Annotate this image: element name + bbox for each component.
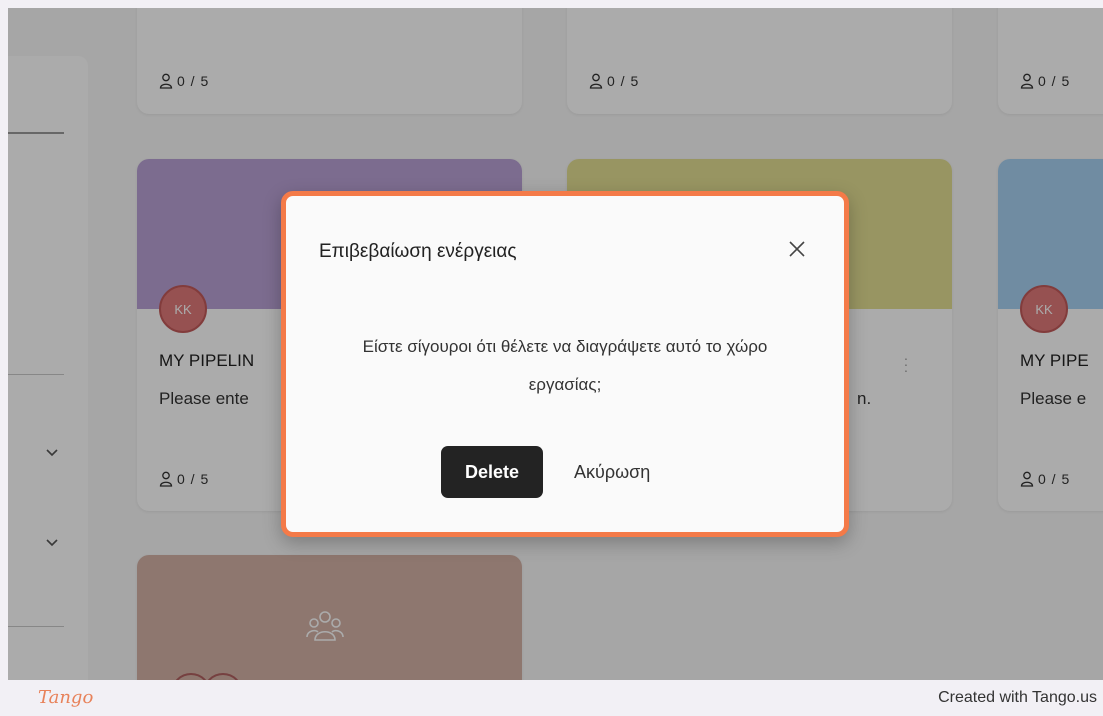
dialog-message: Είστε σίγουροι ότι θέλετε να διαγράψετε … [362, 337, 768, 394]
app-window: 0 / 5 0 / 5 0 / 5 KK MY PIPELIN Please e… [8, 8, 1103, 680]
footer-bar: Tango Created with Tango.us [0, 680, 1103, 716]
confirm-dialog: Επιβεβαίωση ενέργειας Είστε σίγουροι ότι… [281, 191, 849, 537]
cancel-button[interactable]: Ακύρωση [566, 446, 658, 498]
delete-button[interactable]: Delete [441, 446, 543, 498]
footer-credit: Created with Tango.us [938, 689, 1097, 706]
close-icon[interactable] [786, 238, 808, 260]
tango-logo: Tango [38, 687, 94, 708]
dialog-title: Επιβεβαίωση ενέργειας [319, 241, 517, 262]
